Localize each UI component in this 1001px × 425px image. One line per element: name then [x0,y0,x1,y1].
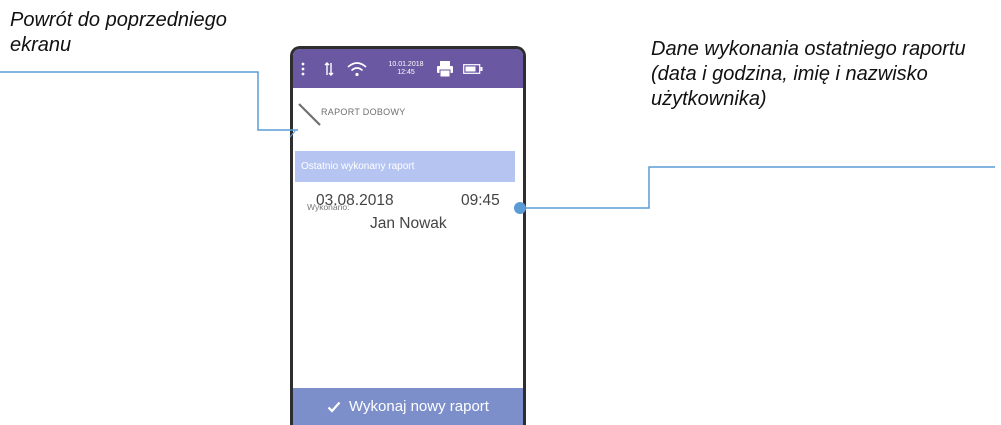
callout-line-report [520,166,995,209]
callout-dot-back [289,130,296,138]
callout-line-back [0,71,298,131]
callout-dot-report [514,202,526,214]
callout-lines [0,71,995,214]
